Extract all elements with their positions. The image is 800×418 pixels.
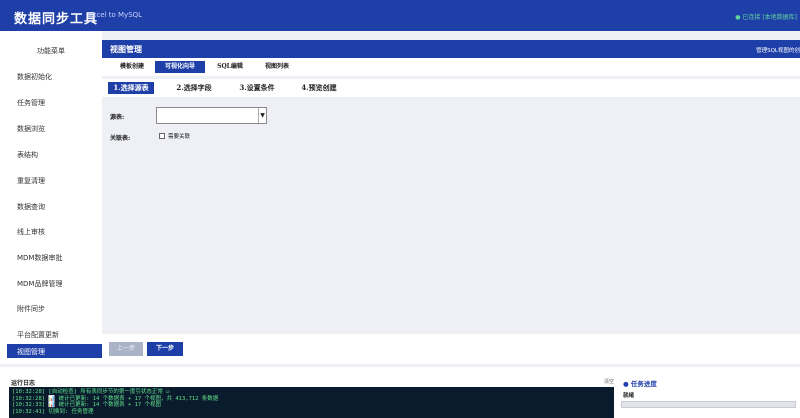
join-table-label: 关联表:	[110, 135, 131, 142]
step-set-conditions[interactable]: 3.设置条件	[232, 82, 282, 94]
join-checkbox[interactable]	[159, 133, 165, 139]
app-header: 数据同步工具 Excel to MySQL ● 已连接 [本地数据库]	[0, 0, 800, 31]
sidebar-item-mdm-approval[interactable]: MDM数据审批	[17, 253, 62, 263]
sidebar-item-platform-config[interactable]: 平台配置更新	[17, 330, 59, 340]
sidebar: 功能菜单 数据初始化 任务管理 数据浏览 表结构 重复清理 数据查询 线上审核 …	[0, 31, 117, 364]
sidebar-item-data-init[interactable]: 数据初始化	[17, 72, 52, 82]
sidebar-item-mdm-brand[interactable]: MDM品牌管理	[17, 279, 62, 289]
step-select-fields[interactable]: 2.选择字段	[171, 82, 217, 94]
main-panel: 视图管理 管理SQL视图的创 模板创建 可视化向导 SQL编辑 视图列表 1.选…	[102, 31, 800, 364]
sidebar-item-view-manage[interactable]: 视图管理	[7, 344, 117, 358]
sidebar-item-data-query[interactable]: 数据查询	[17, 202, 45, 212]
view-header: 视图管理 管理SQL视图的创	[102, 40, 800, 58]
sidebar-item-data-browse[interactable]: 数据浏览	[17, 124, 45, 134]
app-subtitle: Excel to MySQL	[88, 11, 143, 19]
tab-sql-edit[interactable]: SQL编辑	[208, 61, 252, 73]
tab-bar: 模板创建 可视化向导 SQL编辑 视图列表	[102, 58, 800, 76]
sidebar-item-dedupe[interactable]: 重复清理	[17, 176, 45, 186]
sidebar-item-online-review[interactable]: 线上审核	[17, 227, 45, 237]
step-select-source[interactable]: 1.选择源表	[108, 82, 154, 94]
sidebar-item-label: 视图管理	[17, 348, 45, 356]
page-hint: 管理SQL视图的创	[756, 48, 800, 54]
log-clear-button[interactable]: 清空	[604, 378, 614, 385]
tab-template-create[interactable]: 模板创建	[109, 61, 155, 73]
source-table-select[interactable]: ▼	[156, 107, 267, 124]
log-output[interactable]: [10:32:28] [自动检查] 所有表同步节的第一度引状态正常 ☑ [10:…	[9, 387, 614, 418]
chevron-down-icon[interactable]: ▼	[258, 108, 266, 123]
log-line: [10:32:41] 切换到: 任务管理	[12, 408, 94, 415]
tab-view-list[interactable]: 视图列表	[254, 61, 300, 73]
bottom-panel: 运行日志 清空 [10:32:28] [自动检查] 所有表同步节的第一度引状态正…	[0, 364, 800, 418]
sidebar-item-attachment-sync[interactable]: 附件同步	[17, 304, 45, 314]
sidebar-title: 功能菜单	[37, 47, 65, 55]
connection-status: ● 已连接 [本地数据库]	[735, 14, 797, 21]
next-step-button[interactable]: 下一步	[147, 342, 183, 356]
join-checkbox-label[interactable]: 需要关联	[168, 132, 190, 140]
page-title: 视图管理	[110, 44, 142, 54]
prev-step-button[interactable]: 上一步	[109, 342, 143, 356]
source-table-label: 源表:	[110, 114, 125, 121]
log-title: 运行日志	[11, 380, 36, 387]
app-title: 数据同步工具	[14, 12, 99, 27]
sidebar-item-task-manage[interactable]: 任务管理	[17, 98, 45, 108]
wizard-button-bar: 上一步 下一步	[102, 334, 800, 364]
progress-bar	[621, 401, 796, 408]
wizard-steps: 1.选择源表 2.选择字段 3.设置条件 4.预览创建	[102, 79, 800, 97]
step-preview-create[interactable]: 4.预览创建	[294, 82, 344, 94]
sidebar-item-table-schema[interactable]: 表结构	[17, 150, 38, 160]
tab-visual-wizard[interactable]: 可视化向导	[155, 61, 205, 73]
progress-title: ● 任务进度	[623, 380, 657, 388]
progress-status: 就绪	[623, 393, 635, 399]
